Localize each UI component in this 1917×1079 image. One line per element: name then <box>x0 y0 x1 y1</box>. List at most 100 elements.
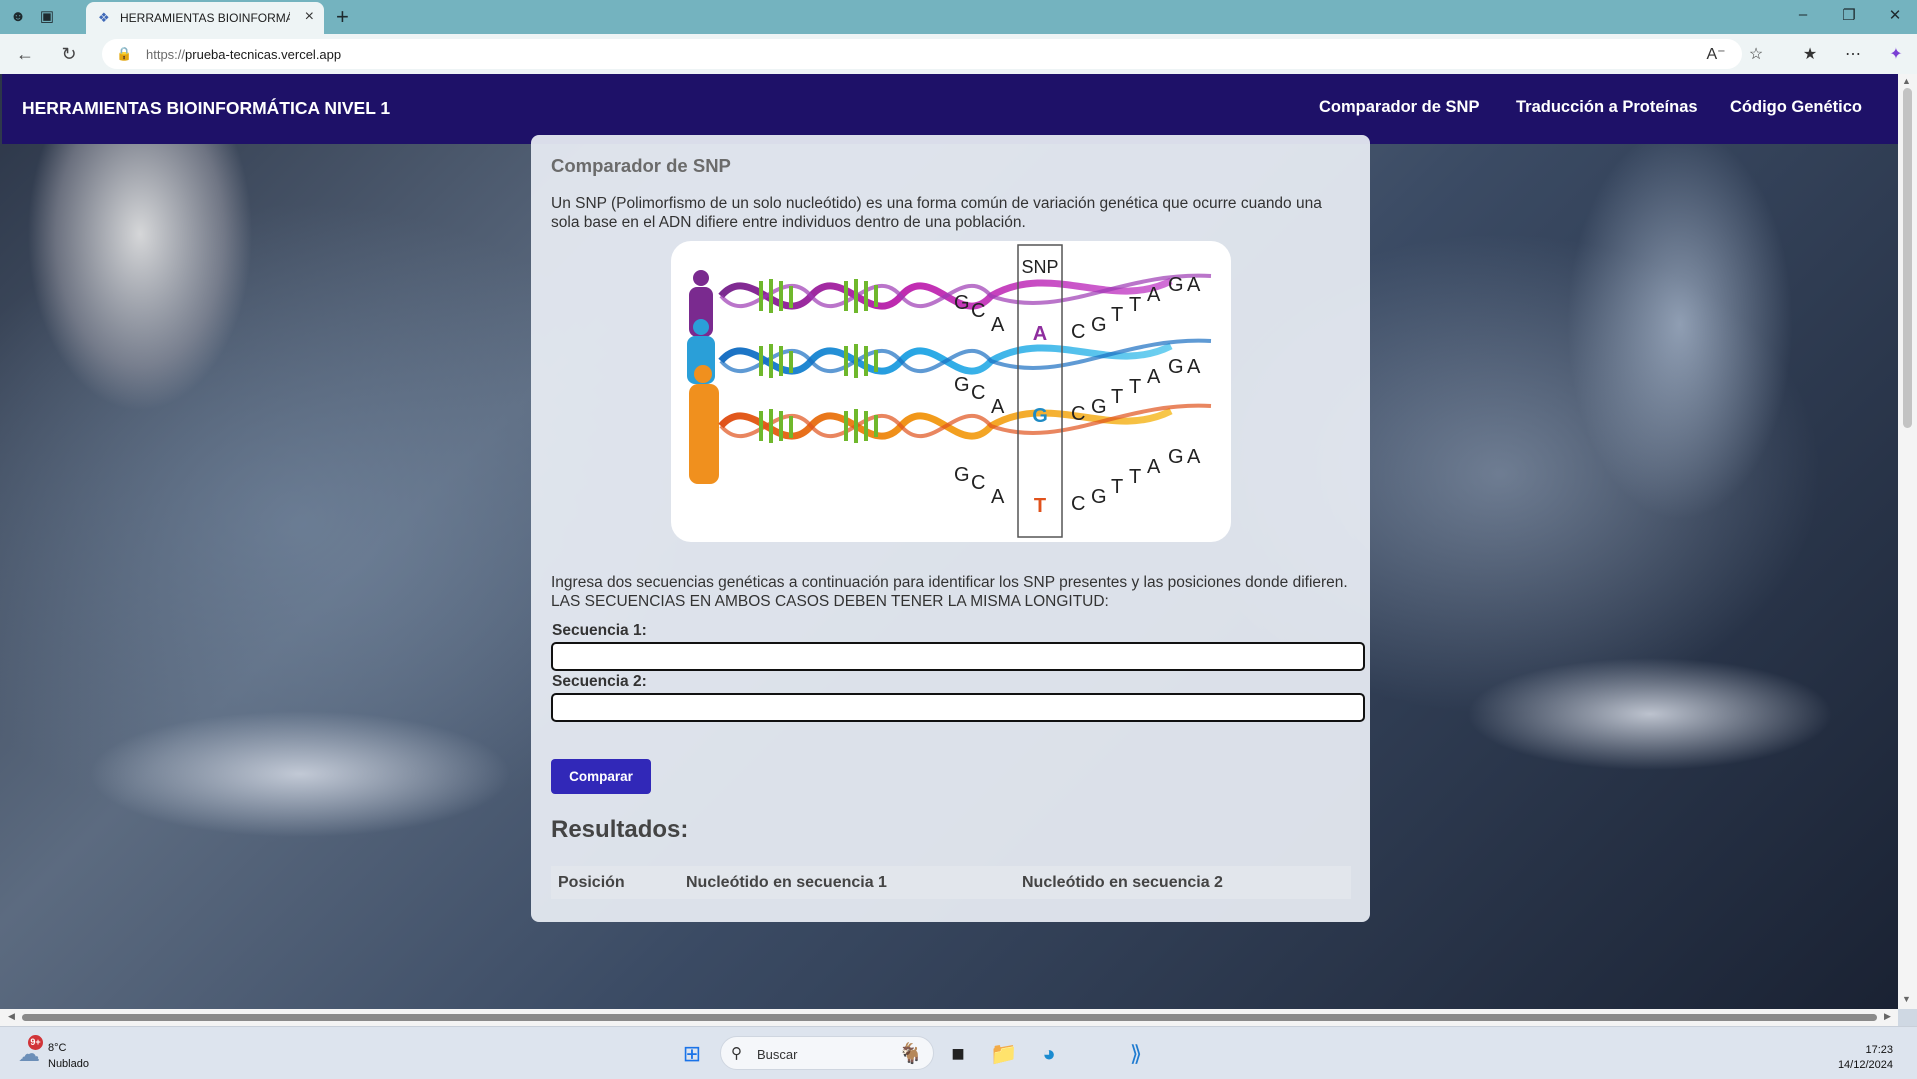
svg-text:C: C <box>971 382 985 404</box>
instructions-text: Ingresa dos secuencias genéticas a conti… <box>551 574 1348 610</box>
svg-text:T: T <box>1129 294 1141 316</box>
close-window-icon[interactable]: ✕ <box>1880 6 1910 24</box>
svg-text:A: A <box>1187 356 1201 378</box>
read-aloud-icon[interactable]: A⁻ <box>1704 44 1728 64</box>
column-nucleotide-seq1: Nucleótido en secuencia 1 <box>686 874 887 891</box>
new-tab-icon[interactable]: + <box>336 4 349 30</box>
search-placeholder: Buscar <box>757 1047 798 1062</box>
nav-link-proteins[interactable]: Traducción a Proteínas <box>1516 98 1698 117</box>
more-options-icon[interactable]: ⋯ <box>1841 44 1865 64</box>
svg-text:A: A <box>1187 446 1201 468</box>
close-tab-icon[interactable]: × <box>305 9 314 25</box>
horizontal-scrollbar[interactable]: ◀ ▶ <box>0 1009 1898 1026</box>
sequence-2-input[interactable] <box>551 693 1365 722</box>
task-view-icon[interactable]: ■ <box>943 1039 973 1069</box>
svg-text:C: C <box>971 300 985 322</box>
weather-temperature[interactable]: 8°C <box>48 1042 66 1054</box>
svg-text:C: C <box>1071 403 1085 425</box>
scroll-right-icon[interactable]: ▶ <box>1884 1011 1891 1022</box>
svg-text:A: A <box>1147 456 1161 478</box>
svg-text:G: G <box>1091 396 1107 418</box>
horizontal-scroll-thumb[interactable] <box>22 1014 1877 1021</box>
svg-text:A: A <box>1187 274 1201 296</box>
svg-text:C: C <box>971 472 985 494</box>
sequence-1-input[interactable] <box>551 642 1365 671</box>
scroll-left-icon[interactable]: ◀ <box>8 1011 15 1022</box>
intro-text: Un SNP (Polimorfismo de un solo nucleóti… <box>551 195 1322 231</box>
url-text: https://prueba-tecnicas.vercel.app <box>146 47 342 62</box>
minimize-icon[interactable]: – <box>1788 6 1818 23</box>
search-icon: ⚲ <box>731 1045 742 1062</box>
system-clock[interactable]: 17:23 14/12/2024 <box>1838 1043 1893 1073</box>
profile-icon[interactable]: ☻ <box>8 7 28 27</box>
favorite-star-icon[interactable]: ☆ <box>1744 44 1768 64</box>
svg-text:C: C <box>1071 493 1085 515</box>
card-title: Comparador de SNP <box>551 155 731 176</box>
vertical-scroll-thumb[interactable] <box>1903 88 1912 428</box>
svg-text:A: A <box>991 396 1005 418</box>
search-highlight-icon: 🐐 <box>898 1043 923 1065</box>
nav-link-snp[interactable]: Comparador de SNP <box>1319 98 1479 117</box>
refresh-icon[interactable]: ↻ <box>58 44 80 65</box>
svg-text:T: T <box>1111 386 1123 408</box>
svg-text:A: A <box>991 314 1005 336</box>
snp-card: Comparador de SNP Un SNP (Polimorfismo d… <box>531 135 1370 922</box>
address-bar-row: ← ↻ 🔒 https://prueba-tecnicas.vercel.app… <box>0 34 1917 74</box>
svg-text:A: A <box>1147 366 1161 388</box>
svg-text:T: T <box>1129 376 1141 398</box>
svg-text:C: C <box>1071 321 1085 343</box>
page-viewport: HERRAMIENTAS BIOINFORMÁTICA NIVEL 1 Comp… <box>0 74 1898 1009</box>
weather-badge: 9+ <box>28 1035 43 1050</box>
snp-illustration-svg: SNP GCA CGT TAGA A GCA CGT TAGA G GCA <box>687 244 1212 538</box>
svg-text:A: A <box>991 486 1005 508</box>
dna-favicon-icon: ❖ <box>98 10 110 25</box>
lock-icon[interactable]: 🔒 <box>116 46 132 62</box>
svg-text:T: T <box>1111 476 1123 498</box>
dna-strand-2 <box>718 338 1212 378</box>
svg-text:G: G <box>1168 356 1184 378</box>
svg-text:G: G <box>954 464 970 486</box>
copilot-icon[interactable]: ✦ <box>1884 44 1908 64</box>
weather-condition[interactable]: Nublado <box>48 1058 89 1070</box>
svg-text:G: G <box>954 292 970 314</box>
snp-column-box <box>1017 244 1063 538</box>
vertical-scrollbar[interactable]: ▲ ▼ <box>1898 74 1917 1009</box>
sequence-letters-3: G CA CGT TAGA <box>954 446 1201 515</box>
clock-time: 17:23 <box>1865 1044 1893 1056</box>
snp-variant-t: T <box>1034 495 1046 517</box>
column-nucleotide-seq2: Nucleótido en secuencia 2 <box>1022 874 1223 891</box>
clock-date: 14/12/2024 <box>1837 1059 1893 1071</box>
browser-tab-bar: ☻ ▣ ❖ HERRAMIENTAS BIOINFORMÁTIC × + – ❐… <box>0 0 1917 34</box>
scroll-down-icon[interactable]: ▼ <box>1902 994 1911 1004</box>
browser-tab[interactable]: ❖ HERRAMIENTAS BIOINFORMÁTIC × <box>86 2 324 34</box>
windows-start-icon[interactable]: ⊞ <box>677 1039 707 1069</box>
snp-label: SNP <box>1021 257 1058 277</box>
site-header: HERRAMIENTAS BIOINFORMÁTICA NIVEL 1 Comp… <box>2 74 1898 144</box>
url-field[interactable]: 🔒 https://prueba-tecnicas.vercel.app A⁻ <box>102 39 1742 69</box>
vscode-icon[interactable]: ⟫ <box>1121 1039 1151 1069</box>
edge-browser-icon[interactable]: ◕ <box>1034 1039 1064 1069</box>
snp-illustration: SNP GCA CGT TAGA A GCA CGT TAGA G GCA C … <box>671 241 1231 542</box>
windows-taskbar: ☁ 9+ 8°C Nublado ⊞ ⚲ Buscar 🐐 ■ 📁 ◕ ⟫ 17… <box>0 1026 1917 1079</box>
svg-text:G: G <box>954 374 970 396</box>
back-icon[interactable]: ← <box>14 44 36 65</box>
nav-link-genetic-code[interactable]: Código Genético <box>1730 98 1862 117</box>
sequence-2-label: Secuencia 2: <box>552 673 647 690</box>
file-explorer-icon[interactable]: 📁 <box>989 1039 1019 1069</box>
snp-variant-g: G <box>1032 405 1048 427</box>
favorites-icon[interactable]: ★ <box>1798 44 1822 64</box>
restore-icon[interactable]: ❐ <box>1834 6 1864 24</box>
compare-button[interactable]: Comparar <box>551 759 651 794</box>
svg-text:G: G <box>1091 486 1107 508</box>
results-title: Resultados: <box>551 816 689 843</box>
svg-text:G: G <box>1168 446 1184 468</box>
tab-actions-icon[interactable]: ▣ <box>37 7 57 27</box>
person-silhouettes <box>687 270 719 484</box>
column-position: Posición <box>558 874 625 891</box>
taskbar-search[interactable]: ⚲ Buscar 🐐 <box>720 1036 934 1070</box>
svg-text:G: G <box>1168 274 1184 296</box>
tab-title: HERRAMIENTAS BIOINFORMÁTIC <box>120 11 290 25</box>
svg-text:T: T <box>1129 466 1141 488</box>
scroll-up-icon[interactable]: ▲ <box>1902 76 1911 86</box>
snp-variant-a: A <box>1033 323 1047 345</box>
